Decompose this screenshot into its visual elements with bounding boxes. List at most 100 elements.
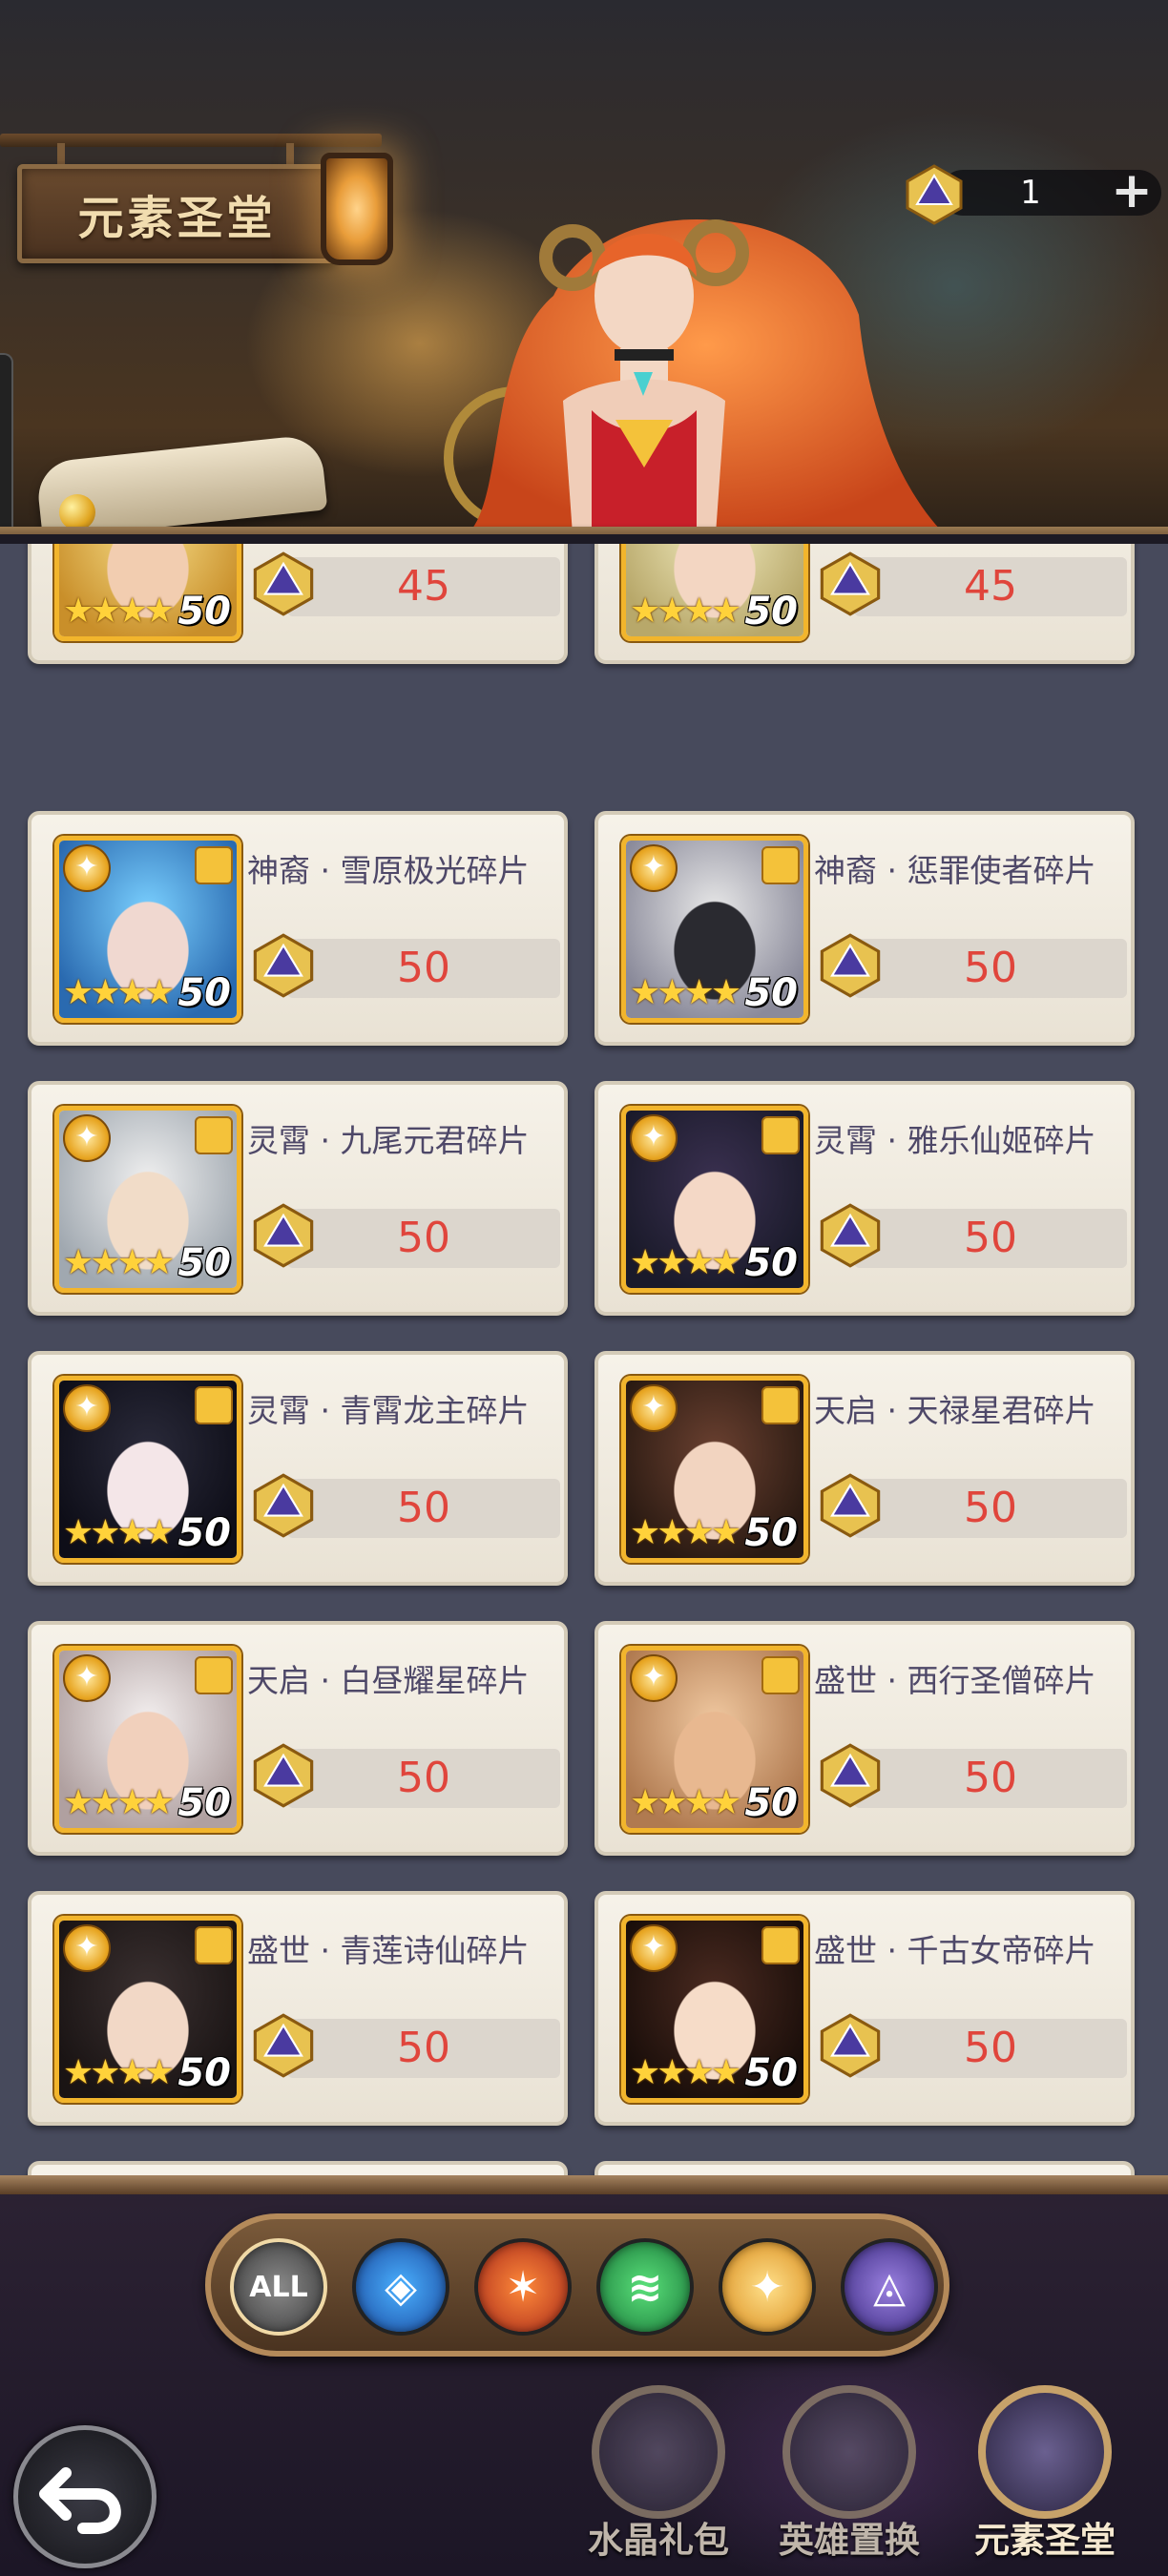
puzzle-piece-icon [761, 1656, 800, 1694]
item-price: 50 [854, 939, 1127, 998]
shop-item-card[interactable]: ✦ ★★★★ 50 灵霄 · 雅乐仙姬碎片 50 [594, 1081, 1135, 1316]
filter-light-button[interactable]: ✦ [719, 2238, 816, 2336]
item-name: 盛世 · 青莲诗仙碎片 [247, 1932, 530, 1969]
item-name: 神裔 · 雪原极光碎片 [247, 852, 530, 889]
item-price: 50 [287, 2019, 560, 2078]
fire-element-icon: ✶ [505, 2262, 541, 2312]
item-price: 50 [287, 1209, 560, 1268]
element-crystal-icon [820, 933, 881, 998]
bottom-rail [0, 2175, 1168, 2194]
element-filter-bar: ALL ◈ ✶ ≋ ✦ ◬ [205, 2213, 949, 2357]
filter-water-button[interactable]: ◈ [352, 2238, 449, 2336]
add-currency-button[interactable]: + [1107, 166, 1157, 216]
item-price: 45 [287, 557, 560, 616]
puzzle-piece-icon [195, 1926, 233, 1964]
item-name: 天启 · 天禄星君碎片 [814, 1392, 1096, 1429]
nav-crystal-pack[interactable]: 水晶礼包 [563, 2366, 754, 2576]
hero-portrait: ✦ ★★★★ 50 [54, 544, 241, 641]
title-plaque: 元素圣堂 [17, 164, 337, 263]
back-arrow-icon [39, 2467, 121, 2534]
element-crystal-icon [253, 1203, 314, 1268]
shop-item-card[interactable]: ✦ ★★★★ 50 神裔 · 雪原极光碎片 50 [28, 811, 568, 1046]
shop-item-card[interactable]: ✦ ★★★★ 50 灵霄 · 九尾元君碎片 50 [28, 1081, 568, 1316]
currency-value: 1 [1020, 174, 1041, 212]
shop-item-card[interactable]: ✦ ★★★★ 50 盛世 · 西行圣僧碎片 50 [594, 1621, 1135, 1856]
puzzle-piece-icon [195, 1386, 233, 1424]
puzzle-piece-icon [195, 846, 233, 884]
fragment-quantity: 50 [177, 1511, 231, 1555]
shop-item-card[interactable]: ✦ ★★★★ 50 盛世 · 千古女帝碎片 50 [594, 1891, 1135, 2126]
dark-element-icon: ◬ [873, 2262, 906, 2312]
page-title: 元素圣堂 [77, 192, 277, 245]
hero-portrait: ✦ ★★★★ 50 [621, 1106, 808, 1293]
star-rating: ★★★★ [63, 1243, 175, 1282]
shop-item-card[interactable]: ✦ ★★★★ 50 天启 · 天禄星君碎片 50 [594, 1351, 1135, 1586]
nav-label: 水晶礼包 [588, 2520, 729, 2561]
fragment-quantity: 50 [177, 971, 231, 1015]
shop-item-card[interactable]: ✦ ★★★★ 50 神裔 45 [594, 544, 1135, 664]
item-name: 灵霄 · 青霄龙主碎片 [247, 1392, 530, 1429]
item-price: 50 [287, 1749, 560, 1808]
light-element-icon: ✦ [630, 1654, 678, 1702]
fragment-quantity: 50 [744, 1781, 798, 1825]
element-crystal-icon [820, 2013, 881, 2078]
hero-portrait: ✦ ★★★★ 50 [621, 544, 808, 641]
element-crystal-icon [820, 1743, 881, 1808]
nav-label: 英雄置换 [779, 2520, 920, 2561]
fragment-quantity: 50 [744, 971, 798, 1015]
hero-portrait: ✦ ★★★★ 50 [54, 836, 241, 1023]
puzzle-piece-icon [195, 1656, 233, 1694]
filter-dark-button[interactable]: ◬ [841, 2238, 938, 2336]
star-rating: ★★★★ [630, 1243, 741, 1282]
item-name: 灵霄 · 九尾元君碎片 [247, 1122, 530, 1159]
hero-portrait: ✦ ★★★★ 50 [621, 836, 808, 1023]
shop-item-card[interactable]: ✦ ★★★★ 50 灵霄 · 青霄龙主碎片 50 [28, 1351, 568, 1586]
filter-all-button[interactable]: ALL [230, 2238, 327, 2336]
shop-item-card[interactable]: ✦ ★★★★ 50 盛世 · 青莲诗仙碎片 50 [28, 1891, 568, 2126]
shop-item-card[interactable]: ✦ ★★★★ 50 天启 · 白昼耀星碎片 50 [28, 1621, 568, 1856]
currency-counter: 1 + [902, 162, 1168, 225]
fragment-quantity: 50 [177, 1781, 231, 1825]
item-price: 50 [854, 1479, 1127, 1538]
fragment-quantity: 50 [744, 1241, 798, 1285]
fragment-quantity: 50 [177, 1241, 231, 1285]
wind-element-icon: ≋ [627, 2262, 663, 2312]
hero-portrait: ✦ ★★★★ 50 [621, 1916, 808, 2103]
element-crystal-icon [820, 551, 881, 616]
light-element-icon: ✦ [63, 1384, 111, 1432]
star-rating: ★★★★ [63, 592, 175, 631]
light-element-icon: ✦ [63, 1924, 111, 1972]
item-name: 盛世 · 西行圣僧碎片 [814, 1662, 1096, 1699]
puzzle-piece-icon [761, 1386, 800, 1424]
light-element-icon: ✦ [630, 1384, 678, 1432]
element-crystal-icon [820, 1203, 881, 1268]
fragment-quantity: 50 [744, 590, 798, 634]
shop-item-card[interactable]: ✦ ★★★★ 50 双面 45 [28, 544, 568, 664]
water-element-icon: ◈ [385, 2262, 417, 2312]
item-price: 45 [854, 557, 1127, 616]
puzzle-piece-icon [761, 846, 800, 884]
item-name: 盛世 · 千古女帝碎片 [814, 1932, 1096, 1969]
back-button[interactable] [13, 2425, 156, 2568]
star-rating: ★★★★ [63, 1513, 175, 1552]
filter-fire-button[interactable]: ✶ [474, 2238, 572, 2336]
element-crystal-icon [253, 551, 314, 616]
shop-item-card[interactable]: ✦ [28, 2161, 568, 2175]
item-price: 50 [287, 1479, 560, 1538]
nav-element-hall[interactable]: 元素圣堂 [949, 2366, 1140, 2576]
coin-icon [59, 494, 95, 530]
star-rating: ★★★★ [630, 1783, 741, 1822]
element-crystal-icon [820, 1473, 881, 1538]
hero-portrait: ✦ ★★★★ 50 [54, 1916, 241, 2103]
bottom-panel: ALL ◈ ✶ ≋ ✦ ◬ 水晶礼包 英雄置换 元素圣堂 [0, 2175, 1168, 2576]
star-rating: ★★★★ [63, 2053, 175, 2092]
shop-item-list[interactable]: ✦ ★★★★ 50 双面 45 ✦ ★★★★ 50 神裔 45 ✦ ★★★★ [0, 544, 1168, 2175]
filter-wind-button[interactable]: ≋ [596, 2238, 694, 2336]
shop-item-card[interactable]: ✦ ★★★★ 50 神裔 · 惩罪使者碎片 50 [594, 811, 1135, 1046]
shop-item-card[interactable]: ✦ [594, 2161, 1135, 2175]
element-crystal-icon [253, 933, 314, 998]
element-hall-icon [978, 2385, 1112, 2519]
side-tab[interactable] [0, 353, 13, 534]
element-crystal-icon [253, 1743, 314, 1808]
nav-hero-swap[interactable]: 英雄置换 [754, 2366, 945, 2576]
